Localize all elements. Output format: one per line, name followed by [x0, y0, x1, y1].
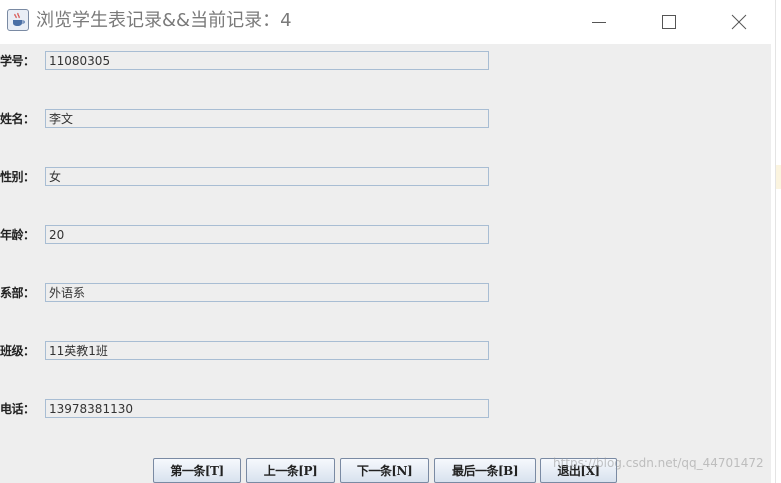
- title-bar[interactable]: 浏览学生表记录&&当前记录：4: [0, 0, 771, 44]
- minimize-button[interactable]: [576, 0, 622, 44]
- class-label: 班级：: [0, 344, 35, 358]
- gender-label: 性别：: [0, 170, 35, 184]
- java-cup-icon: [7, 9, 29, 31]
- watermark: https://blog.csdn.net/qq_44701472: [553, 456, 764, 470]
- close-button[interactable]: [716, 0, 762, 44]
- name-label: 姓名：: [0, 112, 35, 126]
- student-id-label: 学号：: [0, 54, 35, 68]
- name-field[interactable]: [45, 109, 489, 128]
- phone-label: 电话：: [0, 402, 35, 416]
- window-title: 浏览学生表记录&&当前记录：4: [36, 10, 292, 31]
- next-record-button[interactable]: 下一条[N]: [340, 458, 429, 483]
- maximize-button[interactable]: [646, 0, 692, 44]
- minimize-icon: [592, 22, 606, 23]
- department-field[interactable]: [45, 283, 489, 302]
- divider: [775, 0, 776, 483]
- close-icon: [731, 14, 747, 30]
- department-label: 系部：: [0, 286, 35, 300]
- app-window: 浏览学生表记录&&当前记录：4 学号： 姓名： 性别： 年龄： 系部：: [0, 0, 771, 483]
- age-field[interactable]: [45, 225, 489, 244]
- student-id-field[interactable]: [45, 51, 489, 70]
- phone-field[interactable]: [45, 399, 489, 418]
- background-window-edge: [771, 0, 781, 483]
- last-record-button[interactable]: 最后一条[B]: [434, 458, 536, 483]
- maximize-icon: [662, 15, 676, 29]
- first-record-button[interactable]: 第一条[T]: [153, 458, 241, 483]
- class-field[interactable]: [45, 341, 489, 360]
- record-form: 学号： 姓名： 性别： 年龄： 系部： 班级： 电话： 第一条[T] 上一条[P…: [0, 44, 771, 483]
- gender-field[interactable]: [45, 167, 489, 186]
- age-label: 年龄：: [0, 228, 35, 242]
- previous-record-button[interactable]: 上一条[P]: [246, 458, 335, 483]
- highlight-mark: [776, 165, 781, 189]
